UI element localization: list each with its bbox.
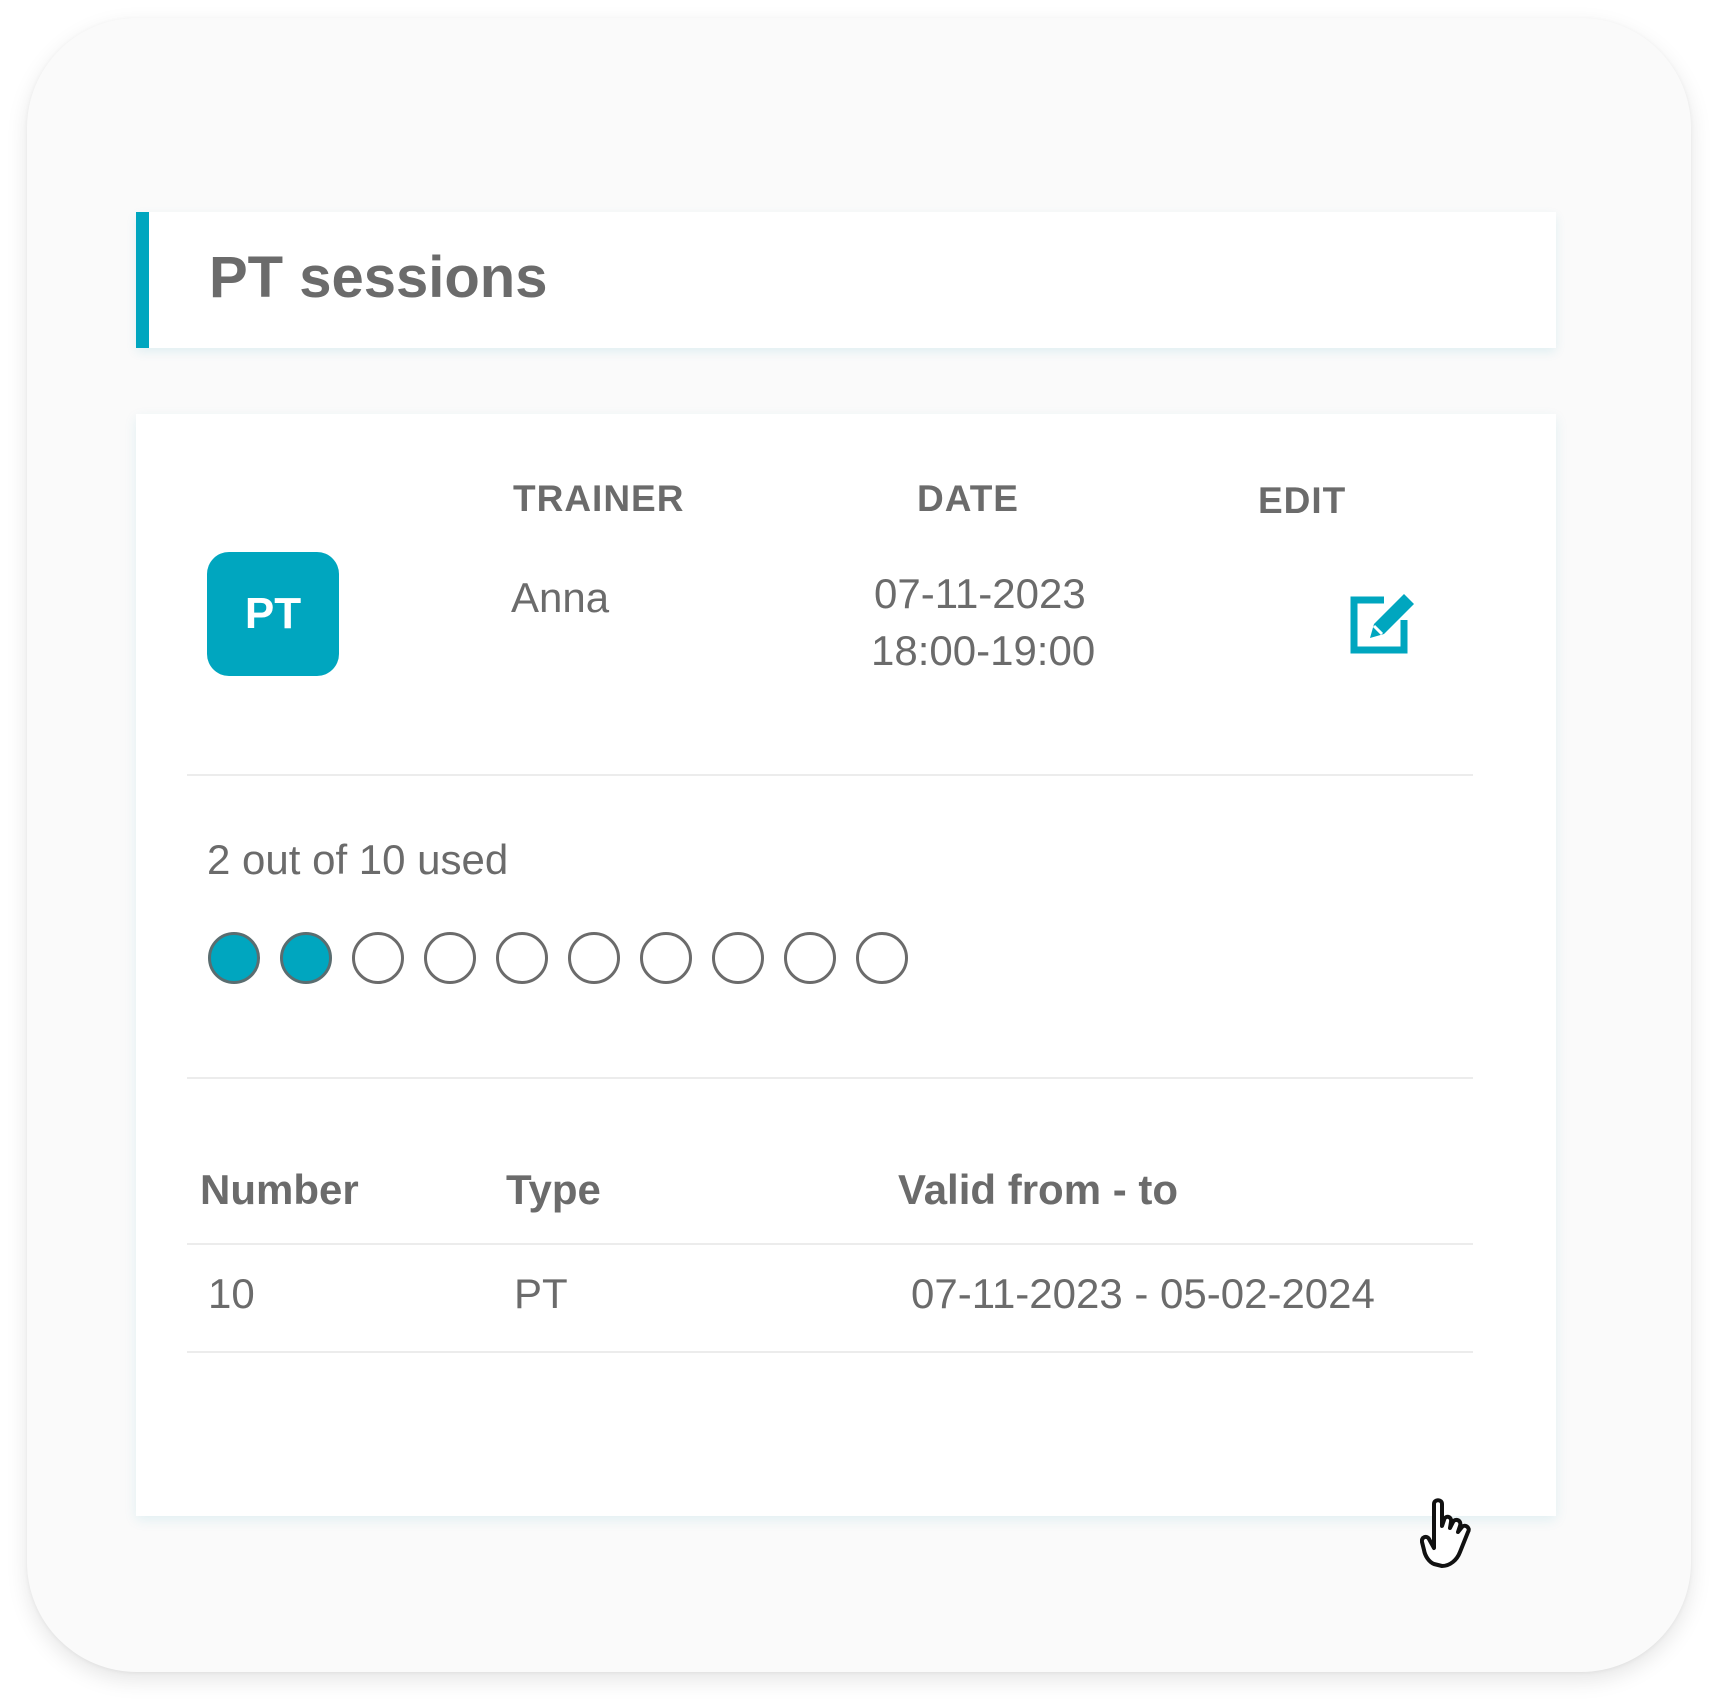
- date-column-label: DATE: [917, 478, 1019, 519]
- session-dot-used: [208, 932, 260, 984]
- divider: [187, 1077, 1473, 1079]
- session-dot-unused: [496, 932, 548, 984]
- header-accent-bar: [136, 212, 149, 348]
- table-header-type: Type: [506, 1166, 601, 1213]
- session-time: 18:00-19:00: [871, 627, 1096, 674]
- session-date: 07-11-2023: [874, 570, 1086, 617]
- divider: [187, 774, 1473, 776]
- table-header-valid: Valid from - to: [898, 1166, 1179, 1213]
- edit-icon: [1350, 594, 1414, 654]
- table-cell-number: 10: [208, 1270, 255, 1317]
- session-dot-unused: [712, 932, 764, 984]
- session-card: PT TRAINER DATE EDIT Anna 07-11-2023 18:…: [136, 414, 1556, 1516]
- trainer-column-label: TRAINER: [513, 478, 685, 519]
- session-dot-unused: [784, 932, 836, 984]
- table-row-divider: [187, 1351, 1473, 1353]
- table-cell-valid: 07-11-2023 - 05-02-2024: [911, 1270, 1375, 1317]
- edit-button[interactable]: [1346, 586, 1418, 658]
- table-header-number: Number: [200, 1166, 359, 1213]
- usage-indicator: [208, 932, 908, 984]
- page-title: PT sessions: [209, 245, 548, 310]
- edit-column-label: EDIT: [1258, 480, 1347, 521]
- session-type-badge: PT: [207, 552, 339, 676]
- table-header-divider: [187, 1243, 1473, 1245]
- hand-cursor-icon: [1419, 1496, 1492, 1572]
- table-cell-type: PT: [514, 1270, 568, 1317]
- trainer-name: Anna: [511, 574, 610, 621]
- session-dot-unused: [856, 932, 908, 984]
- section-header: PT sessions: [136, 212, 1556, 348]
- session-dot-unused: [640, 932, 692, 984]
- session-dot-unused: [568, 932, 620, 984]
- session-dot-unused: [352, 932, 404, 984]
- session-dot-unused: [424, 932, 476, 984]
- session-dot-used: [280, 932, 332, 984]
- usage-text: 2 out of 10 used: [207, 836, 509, 883]
